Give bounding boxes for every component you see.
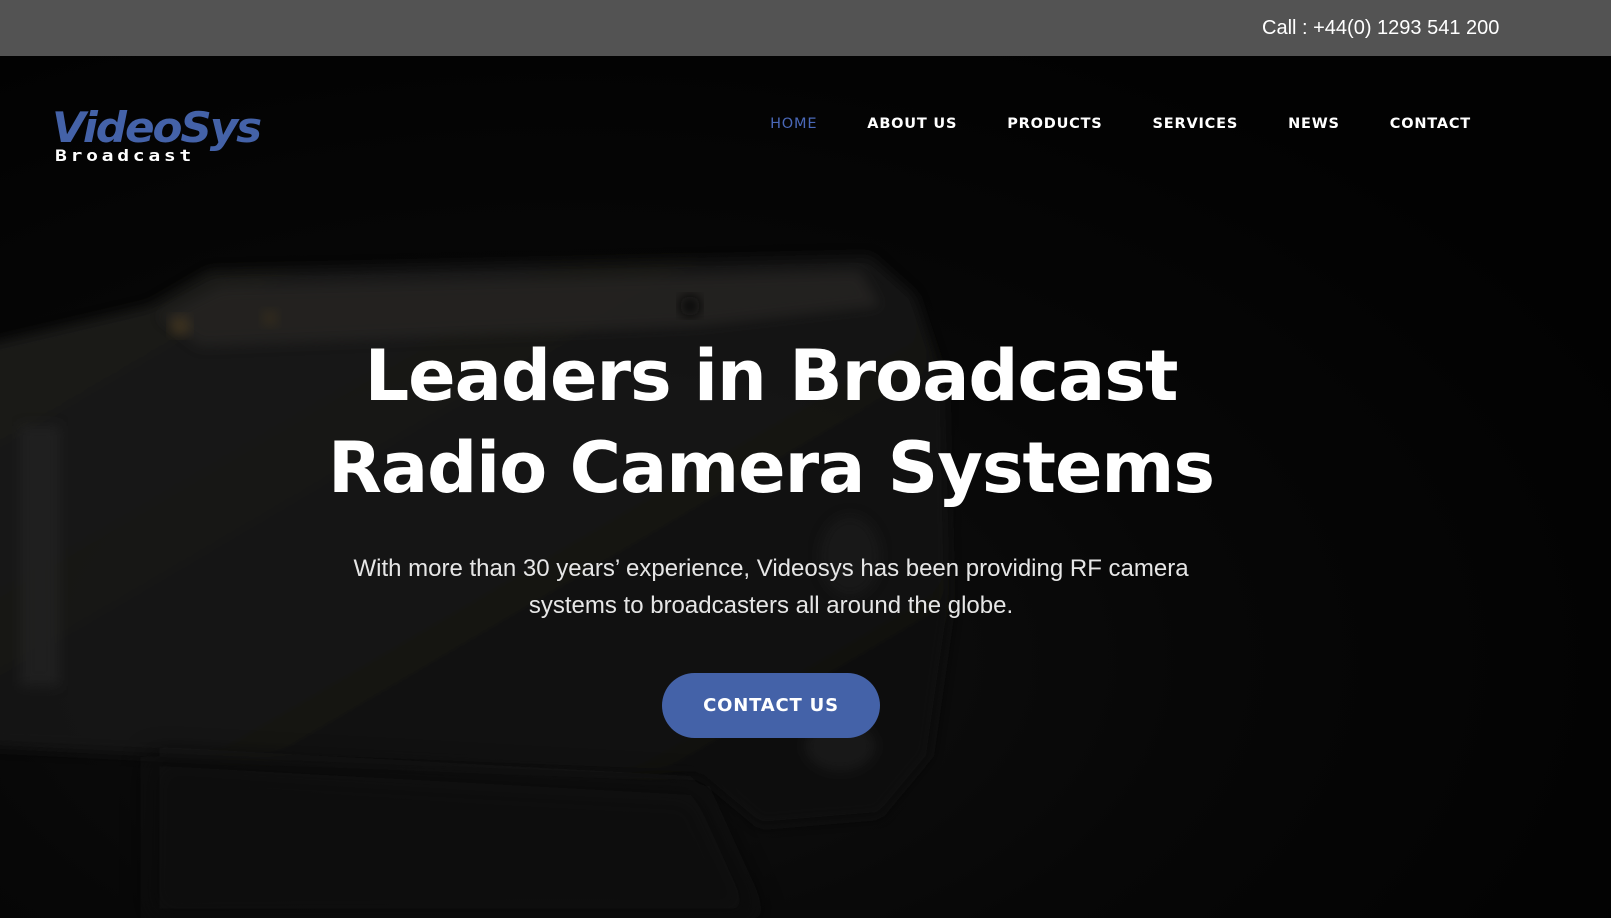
videosys-logo[interactable]: VideoSys Broadcast bbox=[50, 103, 270, 166]
hero-title-line-2: Radio Camera Systems bbox=[327, 427, 1215, 509]
hero-content: Leaders in Broadcast Radio Camera System… bbox=[0, 330, 1542, 738]
main-nav: HOME ABOUT US PRODUCTS SERVICES NEWS CON… bbox=[720, 114, 1471, 134]
hero-title: Leaders in Broadcast Radio Camera System… bbox=[0, 330, 1542, 514]
nav-item-contact[interactable]: CONTACT bbox=[1390, 114, 1471, 134]
hero-subtitle-line-2: systems to broadcasters all around the g… bbox=[528, 592, 1014, 619]
logo-graphic: VideoSys Broadcast bbox=[52, 103, 263, 165]
site-header: VideoSys Broadcast HOME ABOUT US PRODUCT… bbox=[0, 56, 1611, 196]
svg-text:VideoSys: VideoSys bbox=[52, 104, 261, 152]
top-bar: Call : +44(0) 1293 541 200 bbox=[0, 0, 1611, 56]
hero-subtitle-line-1: With more than 30 years’ experience, Vid… bbox=[353, 555, 1189, 582]
page: Call : +44(0) 1293 541 200 VideoSys Broa… bbox=[0, 0, 1611, 918]
contact-us-button[interactable]: CONTACT US bbox=[662, 673, 880, 738]
nav-item-about-us[interactable]: ABOUT US bbox=[867, 114, 957, 134]
nav-item-news[interactable]: NEWS bbox=[1288, 114, 1340, 134]
call-phone-link[interactable]: Call : +44(0) 1293 541 200 bbox=[1262, 16, 1499, 40]
hero-title-line-1: Leaders in Broadcast bbox=[364, 335, 1179, 417]
hero-subtitle: With more than 30 years’ experience, Vid… bbox=[0, 550, 1542, 624]
nav-item-services[interactable]: SERVICES bbox=[1153, 114, 1239, 134]
nav-item-home[interactable]: HOME bbox=[770, 114, 817, 134]
svg-text:Broadcast: Broadcast bbox=[55, 146, 195, 165]
nav-item-products[interactable]: PRODUCTS bbox=[1007, 114, 1102, 134]
